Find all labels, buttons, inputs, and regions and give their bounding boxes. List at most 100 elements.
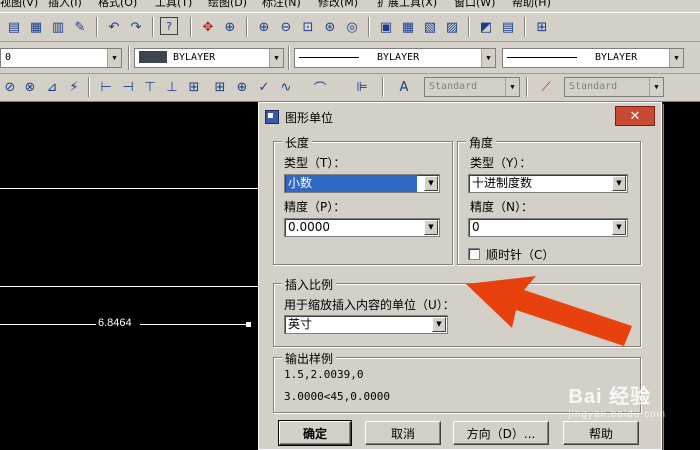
layer-dropdown[interactable]: 0 ▼ bbox=[0, 48, 122, 68]
calculator-icon[interactable]: ▤ bbox=[498, 17, 518, 37]
menu-format[interactable]: 格式(O) bbox=[98, 0, 137, 9]
length-group-title: 长度 bbox=[282, 134, 313, 151]
design-center-icon[interactable]: ▦ bbox=[398, 17, 418, 37]
zoom-previous-icon[interactable]: ◎ bbox=[342, 17, 362, 37]
zoom-extents-icon[interactable]: ⊛ bbox=[320, 17, 340, 37]
lineweight-value: BYLAYER bbox=[595, 52, 638, 63]
print-icon[interactable]: ▦ bbox=[26, 17, 46, 37]
watermark-text: Bai 经验 bbox=[568, 386, 652, 408]
menu-modify[interactable]: 修改(M) bbox=[318, 0, 358, 9]
menu-dimension[interactable]: 标注(N) bbox=[262, 0, 301, 9]
zoom-realtime-icon[interactable]: ⊕ bbox=[220, 17, 240, 37]
ordinate-icon[interactable]: ⊥ bbox=[162, 77, 182, 97]
menu-tools[interactable]: 工具(T) bbox=[155, 0, 192, 9]
length-group: 长度 类型（T）： 小数 ▼ 精度（P）： 0.0000 ▼ bbox=[273, 134, 453, 265]
insert-units-label: 用于缩放插入内容的单位（U）： bbox=[284, 298, 455, 312]
annotation-arrow-shape bbox=[466, 276, 632, 346]
clockwise-checkbox[interactable] bbox=[468, 248, 480, 260]
dialog-titlebar[interactable]: 图形单位 ✕ bbox=[261, 105, 659, 129]
radius-icon[interactable]: ⊘ bbox=[0, 77, 20, 97]
color-dropdown[interactable]: BYLAYER ▼ bbox=[134, 48, 284, 68]
zoom-out-icon[interactable]: ⊖ bbox=[276, 17, 296, 37]
direction-button[interactable]: 方向（D）... bbox=[453, 421, 549, 445]
properties-toolbar: 0 ▼ BYLAYER ▼ BYLAYER ▼ BYLAYER ▼ bbox=[0, 42, 700, 74]
help-button[interactable]: 帮助 bbox=[563, 421, 639, 445]
chevron-down-icon: ▼ bbox=[649, 78, 663, 96]
lineweight-dropdown[interactable]: BYLAYER ▼ bbox=[502, 48, 684, 68]
dim-style-value: Standard bbox=[569, 81, 618, 92]
continue-icon[interactable]: ⊣ bbox=[118, 77, 138, 97]
linetype-dropdown[interactable]: BYLAYER ▼ bbox=[294, 48, 496, 68]
layer-value: 0 bbox=[5, 52, 12, 63]
separator bbox=[288, 46, 290, 70]
center-mark-icon[interactable]: ⊕ bbox=[232, 77, 252, 97]
angle-type-label: 类型（Y）： bbox=[470, 156, 532, 170]
dimension-arrowhead bbox=[246, 322, 251, 327]
angle-precision-value: 0 bbox=[472, 220, 480, 234]
pan-icon[interactable]: ✥ bbox=[198, 17, 218, 37]
qleader-icon[interactable]: ⊤ bbox=[140, 77, 160, 97]
drawing-line bbox=[0, 286, 258, 287]
output-sample-group-title: 输出样例 bbox=[282, 350, 337, 367]
separator bbox=[152, 17, 154, 37]
undo-icon[interactable]: ↶ bbox=[104, 17, 124, 37]
text-style-dropdown[interactable]: Standard ▼ bbox=[424, 77, 520, 97]
chevron-down-icon: ▼ bbox=[612, 176, 626, 191]
markup-icon[interactable]: ◩ bbox=[476, 17, 496, 37]
dimension-text: 6.8464 bbox=[98, 317, 132, 329]
angle-precision-select[interactable]: 0 ▼ bbox=[468, 218, 628, 237]
separator bbox=[88, 77, 90, 97]
quick-dim-icon[interactable]: ⚡ bbox=[64, 77, 84, 97]
menu-view[interactable]: 视图(V) bbox=[0, 0, 38, 9]
match-properties-icon[interactable]: ✎ bbox=[70, 17, 90, 37]
cancel-button[interactable]: 取消 bbox=[365, 421, 441, 445]
sheet-set-icon[interactable]: ▨ bbox=[442, 17, 462, 37]
tolerance-icon[interactable]: ⊞ bbox=[184, 77, 204, 97]
angular-icon[interactable]: ⊿ bbox=[42, 77, 62, 97]
menu-help[interactable]: 帮助(H) bbox=[512, 0, 551, 9]
dim-style-dropdown[interactable]: Standard ▼ bbox=[564, 77, 664, 97]
menu-insert[interactable]: 插入(I) bbox=[48, 0, 82, 9]
angle-type-select[interactable]: 十进制度数 ▼ bbox=[468, 174, 628, 193]
angle-precision-label: 精度（N）： bbox=[470, 200, 533, 214]
canvas-right-region bbox=[662, 102, 700, 450]
dim-update-icon[interactable]: ∿ bbox=[276, 77, 296, 97]
color-swatch bbox=[139, 51, 167, 63]
zoom-window-icon[interactable]: ⊡ bbox=[298, 17, 318, 37]
dim-edit-icon[interactable]: ⊞ bbox=[210, 77, 230, 97]
dim-style-icon[interactable]: ⟋ bbox=[536, 77, 556, 97]
baseline-icon[interactable]: ⊢ bbox=[96, 77, 116, 97]
redo-icon[interactable]: ↷ bbox=[126, 17, 146, 37]
zoom-in-icon[interactable]: ⊕ bbox=[254, 17, 274, 37]
length-type-select[interactable]: 小数 ▼ bbox=[284, 174, 440, 193]
drawing-line bbox=[0, 188, 258, 189]
help-icon[interactable]: ? bbox=[160, 17, 178, 35]
properties-icon[interactable]: ▣ bbox=[376, 17, 396, 37]
save-icon[interactable]: ▤ bbox=[4, 17, 24, 37]
separator bbox=[96, 17, 98, 37]
paste-icon[interactable]: ▥ bbox=[48, 17, 68, 37]
clockwise-label: 顺时针（C） bbox=[486, 248, 555, 262]
ok-button[interactable]: 确定 bbox=[278, 420, 352, 446]
dim-arc-icon[interactable]: ⌒ bbox=[310, 77, 330, 97]
menu-window[interactable]: 窗口(W) bbox=[454, 0, 495, 9]
text-style-value: Standard bbox=[429, 81, 478, 92]
chevron-down-icon: ▼ bbox=[505, 78, 519, 96]
dim-tedit-icon[interactable]: ✓ bbox=[254, 77, 274, 97]
diameter-icon[interactable]: ⊗ bbox=[20, 77, 40, 97]
close-button[interactable]: ✕ bbox=[615, 106, 655, 126]
insert-units-select[interactable]: 英寸 ▼ bbox=[284, 315, 448, 334]
close-icon: ✕ bbox=[629, 108, 641, 124]
separator bbox=[246, 17, 248, 37]
menu-extended-tools[interactable]: 扩展工具(X) bbox=[377, 0, 437, 9]
dimension-line bbox=[0, 324, 96, 325]
length-precision-select[interactable]: 0.0000 ▼ bbox=[284, 218, 440, 237]
linetype-value: BYLAYER bbox=[377, 52, 420, 63]
tool-palette-icon[interactable]: ▧ bbox=[420, 17, 440, 37]
dim-space-icon[interactable]: ⊫ bbox=[352, 77, 372, 97]
menu-draw[interactable]: 绘图(D) bbox=[208, 0, 247, 9]
grid-icon[interactable]: ⊞ bbox=[532, 17, 552, 37]
dialog-app-icon bbox=[265, 110, 279, 124]
output-sample-line1: 1.5,2.0039,0 bbox=[284, 368, 364, 381]
text-style-icon[interactable]: A bbox=[394, 77, 414, 97]
